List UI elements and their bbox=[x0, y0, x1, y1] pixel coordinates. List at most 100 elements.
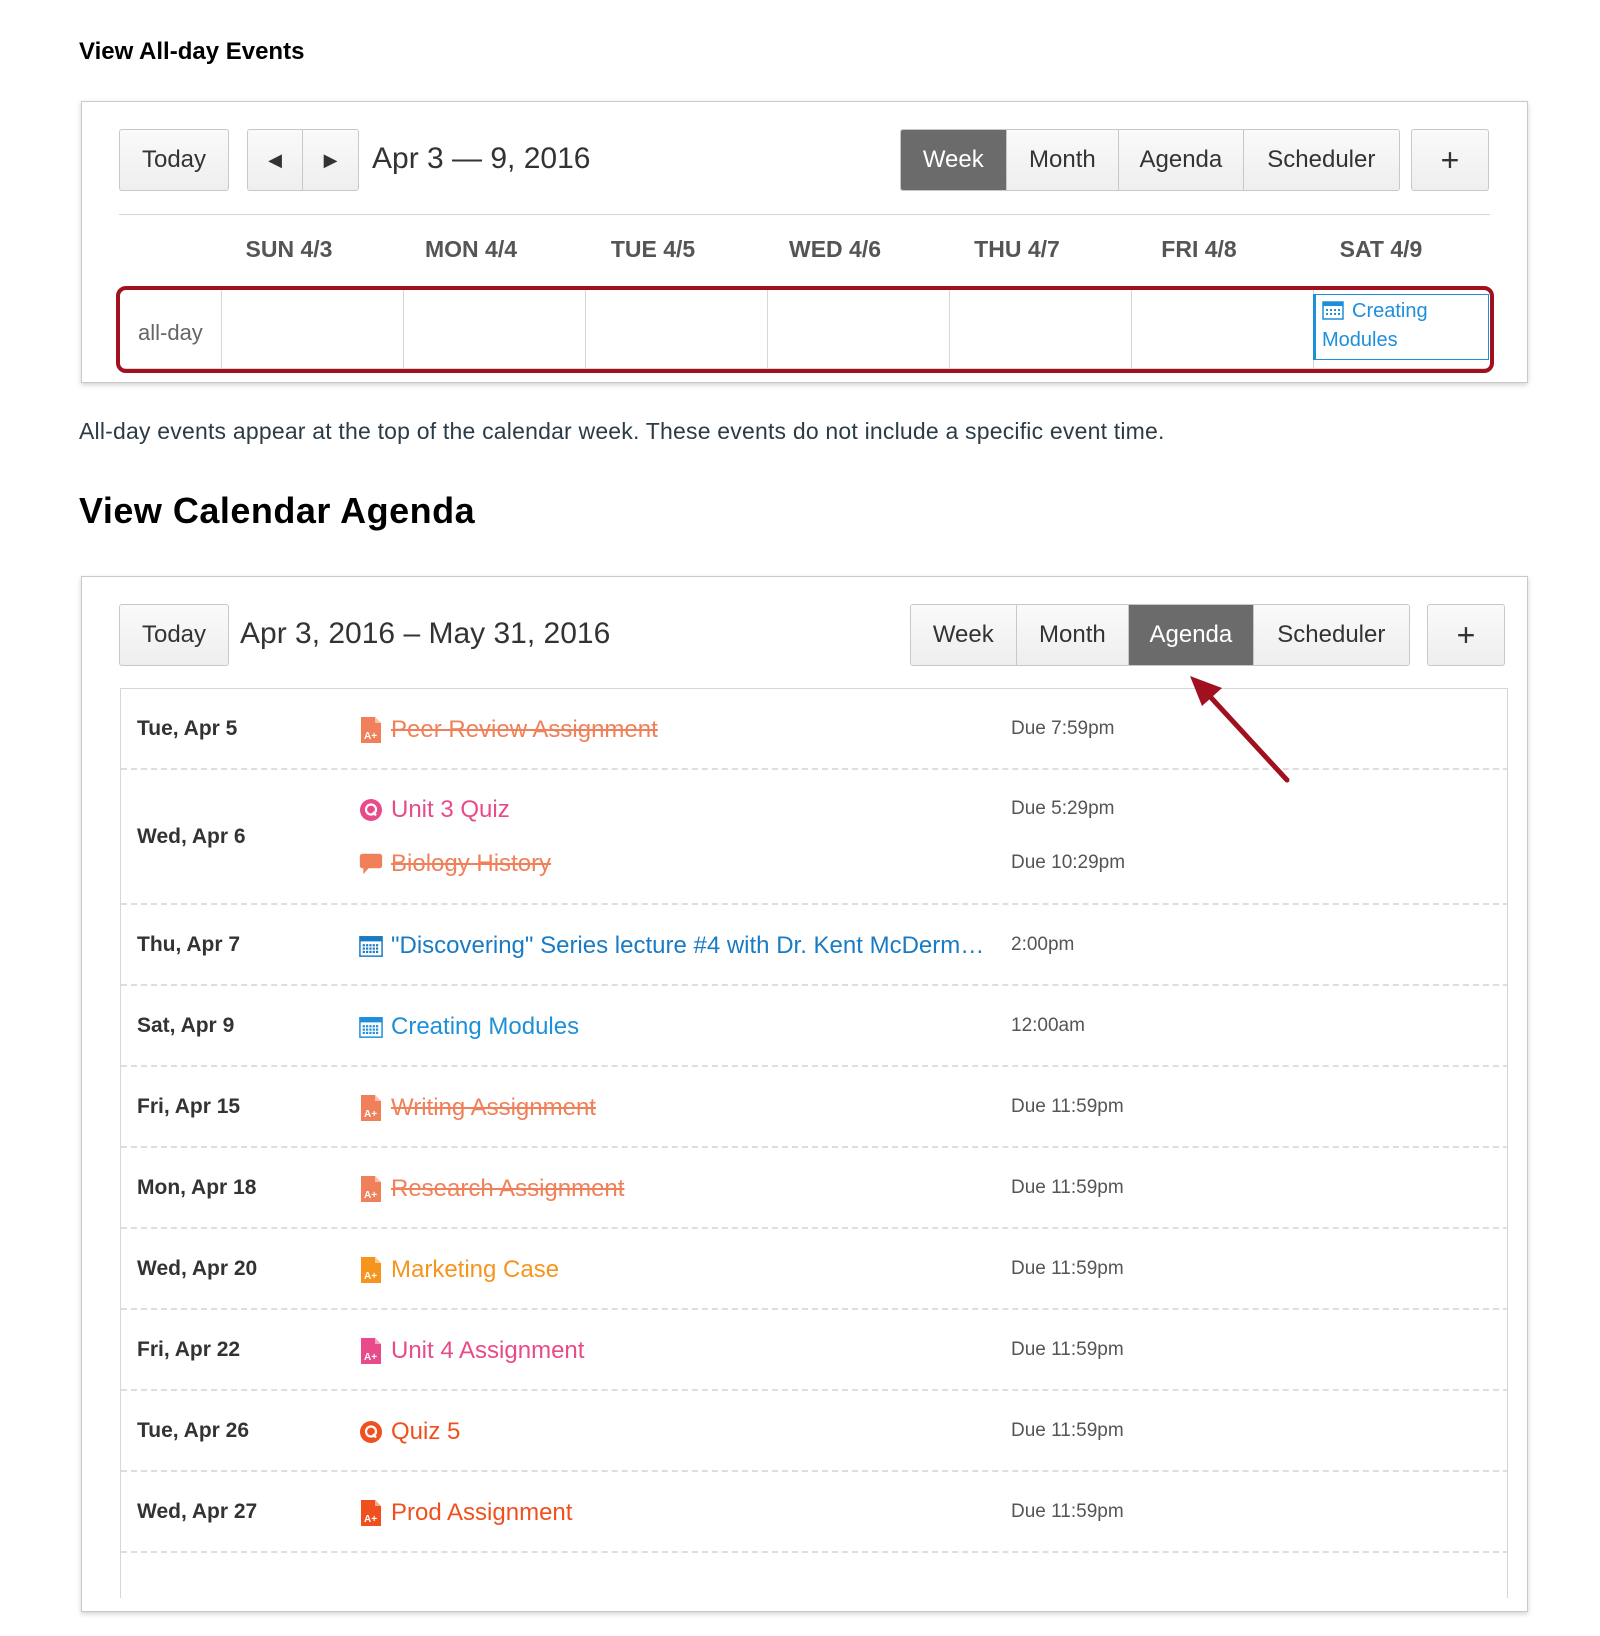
agenda-item-time: Due 11:59pm bbox=[1011, 1338, 1124, 1360]
agenda-date: Mon, Apr 18 bbox=[137, 1175, 257, 1199]
svg-text:A+: A+ bbox=[364, 1109, 377, 1120]
agenda-date: Sat, Apr 9 bbox=[137, 1013, 235, 1037]
agenda-item-title[interactable]: Research Assignment bbox=[391, 1175, 624, 1203]
agenda-item-time: Due 11:59pm bbox=[1011, 1095, 1124, 1117]
calendar-event-icon bbox=[359, 1013, 383, 1041]
agenda-item[interactable]: A+ Peer Review Assignment bbox=[359, 715, 658, 745]
agenda-item[interactable]: A+ Marketing Case bbox=[359, 1255, 559, 1285]
add-event-button[interactable]: + bbox=[1427, 604, 1505, 666]
agenda-date: Tue, Apr 26 bbox=[137, 1418, 250, 1442]
assignment-icon: A+ bbox=[359, 1499, 383, 1527]
agenda-item[interactable]: A+ Research Assignment bbox=[359, 1174, 624, 1204]
section-heading-agenda: View Calendar Agenda bbox=[79, 490, 476, 531]
date-range-title: Apr 3 — 9, 2016 bbox=[372, 142, 591, 175]
agenda-row: Wed, Apr 27 A+ Prod Assignment Due 11:59pm bbox=[121, 1472, 1507, 1553]
agenda-item[interactable]: Biology History bbox=[359, 849, 551, 879]
view-week-button[interactable]: Week bbox=[901, 130, 1007, 190]
agenda-item-title[interactable]: Unit 3 Quiz bbox=[391, 796, 510, 824]
agenda-item-time: Due 7:59pm bbox=[1011, 717, 1115, 739]
agenda-item-title[interactable]: Creating Modules bbox=[391, 1013, 579, 1041]
quiz-icon bbox=[359, 796, 383, 824]
agenda-item-time: Due 11:59pm bbox=[1011, 1257, 1124, 1279]
view-switcher: Week Month Agenda Scheduler bbox=[910, 604, 1410, 666]
day-header-mon: MON 4/4 bbox=[424, 236, 518, 262]
week-view-screenshot: Today ◀ ▶ Apr 3 — 9, 2016 Week Month Age… bbox=[81, 101, 1528, 383]
agenda-item[interactable]: A+ Writing Assignment bbox=[359, 1093, 596, 1123]
view-agenda-button[interactable]: Agenda bbox=[1129, 605, 1254, 665]
svg-text:A+: A+ bbox=[364, 1514, 377, 1525]
agenda-item[interactable]: Quiz 5 bbox=[359, 1417, 460, 1447]
add-event-button[interactable]: + bbox=[1411, 129, 1489, 191]
all-day-highlight-box bbox=[116, 286, 1494, 373]
agenda-item-time: Due 5:29pm bbox=[1011, 798, 1115, 819]
svg-text:A+: A+ bbox=[364, 1190, 377, 1201]
view-scheduler-button[interactable]: Scheduler bbox=[1243, 130, 1399, 190]
agenda-item-title[interactable]: Prod Assignment bbox=[391, 1499, 572, 1527]
agenda-item-title[interactable]: Unit 4 Assignment bbox=[391, 1337, 584, 1365]
agenda-item-time: Due 10:29pm bbox=[1011, 852, 1126, 873]
agenda-row: Fri, Apr 15 A+ Writing Assignment Due 11:59… bbox=[121, 1067, 1507, 1148]
today-button[interactable]: Today bbox=[119, 129, 229, 191]
agenda-item-title[interactable]: Writing Assignment bbox=[391, 1094, 596, 1122]
view-month-button[interactable]: Month bbox=[1006, 130, 1120, 190]
next-week-button[interactable]: ▶ bbox=[303, 130, 358, 190]
agenda-item-time: 2:00pm bbox=[1011, 933, 1075, 955]
agenda-row: Tue, Apr 26 Quiz 5 Due 11:59pm bbox=[121, 1391, 1507, 1472]
agenda-item-title[interactable]: Quiz 5 bbox=[391, 1418, 460, 1446]
agenda-row: Wed, Apr 20 A+ Marketing Case Due 11:59pm bbox=[121, 1229, 1507, 1310]
agenda-item[interactable]: A+ Prod Assignment bbox=[359, 1498, 572, 1528]
agenda-date: Wed, Apr 20 bbox=[137, 1256, 258, 1280]
callout-arrow bbox=[1190, 676, 1290, 783]
agenda-row: Mon, Apr 18 A+ Research Assignment Due 11:5… bbox=[121, 1148, 1507, 1229]
agenda-date: Wed, Apr 6 bbox=[137, 824, 246, 848]
view-switcher: Week Month Agenda Scheduler bbox=[900, 129, 1400, 191]
view-agenda-button[interactable]: Agenda bbox=[1119, 130, 1244, 190]
assignment-icon: A+ bbox=[359, 1256, 383, 1284]
assignment-icon: A+ bbox=[359, 716, 383, 744]
view-month-button[interactable]: Month bbox=[1016, 605, 1130, 665]
day-header-fri: FRI 4/8 bbox=[1161, 236, 1237, 262]
agenda-row: Sat, Apr 9 Creating Modules 12:00am bbox=[121, 986, 1507, 1067]
agenda-item-title[interactable]: Marketing Case bbox=[391, 1256, 559, 1284]
all-day-caption: All-day events appear at the top of the … bbox=[79, 418, 1165, 444]
day-header-wed: WED 4/6 bbox=[788, 236, 882, 262]
today-button[interactable]: Today bbox=[119, 604, 229, 666]
agenda-date: Fri, Apr 22 bbox=[137, 1337, 241, 1361]
agenda-row: Thu, Apr 7 "Discovering" Series lecture #… bbox=[121, 905, 1507, 986]
section-heading-all-day: View All-day Events bbox=[79, 38, 305, 65]
agenda-item[interactable]: Unit 3 Quiz bbox=[359, 795, 510, 825]
agenda-view-screenshot: Today Apr 3, 2016 – May 31, 2016 Week Mo… bbox=[81, 576, 1528, 1612]
agenda-item-title[interactable]: "Discovering" Series lecture #4 with Dr.… bbox=[391, 932, 984, 960]
agenda-item-time: 12:00am bbox=[1011, 1014, 1085, 1036]
day-header-sat: SAT 4/9 bbox=[1339, 236, 1423, 262]
agenda-item[interactable]: Creating Modules bbox=[359, 1012, 579, 1042]
assignment-icon: A+ bbox=[359, 1094, 383, 1122]
agenda-list: Tue, Apr 5 A+ Peer Review Assignment Due 7:… bbox=[120, 688, 1508, 1598]
quiz-icon bbox=[359, 1418, 383, 1446]
svg-text:A+: A+ bbox=[364, 1352, 377, 1363]
prev-next-group: ◀ ▶ bbox=[247, 129, 359, 191]
agenda-item-title[interactable]: Peer Review Assignment bbox=[391, 716, 658, 744]
agenda-row: Fri, Apr 22 A+ Unit 4 Assignment Due 11:59p… bbox=[121, 1310, 1507, 1391]
agenda-item-time: Due 11:59pm bbox=[1011, 1176, 1124, 1198]
day-header-tue: TUE 4/5 bbox=[610, 236, 696, 262]
view-week-button[interactable]: Week bbox=[911, 605, 1017, 665]
agenda-item-title[interactable]: Biology History bbox=[391, 850, 551, 878]
agenda-date: Wed, Apr 27 bbox=[137, 1499, 258, 1523]
assignment-icon: A+ bbox=[359, 1175, 383, 1203]
agenda-date: Thu, Apr 7 bbox=[137, 932, 241, 956]
date-range-title: Apr 3, 2016 – May 31, 2016 bbox=[240, 617, 611, 650]
view-scheduler-button[interactable]: Scheduler bbox=[1253, 605, 1409, 665]
svg-text:A+: A+ bbox=[364, 731, 377, 742]
agenda-item-time: Due 11:59pm bbox=[1011, 1419, 1124, 1441]
calendar-event-icon bbox=[359, 932, 383, 960]
agenda-item[interactable]: "Discovering" Series lecture #4 with Dr.… bbox=[359, 931, 984, 961]
agenda-date: Tue, Apr 5 bbox=[137, 716, 238, 740]
prev-week-button[interactable]: ◀ bbox=[248, 130, 304, 190]
svg-text:A+: A+ bbox=[364, 1271, 377, 1282]
day-header-sun: SUN 4/3 bbox=[245, 236, 333, 262]
assignment-icon: A+ bbox=[359, 1337, 383, 1365]
agenda-item-time: Due 11:59pm bbox=[1011, 1500, 1124, 1522]
agenda-item[interactable]: A+ Unit 4 Assignment bbox=[359, 1336, 584, 1366]
day-header-thu: THU 4/7 bbox=[974, 236, 1060, 262]
